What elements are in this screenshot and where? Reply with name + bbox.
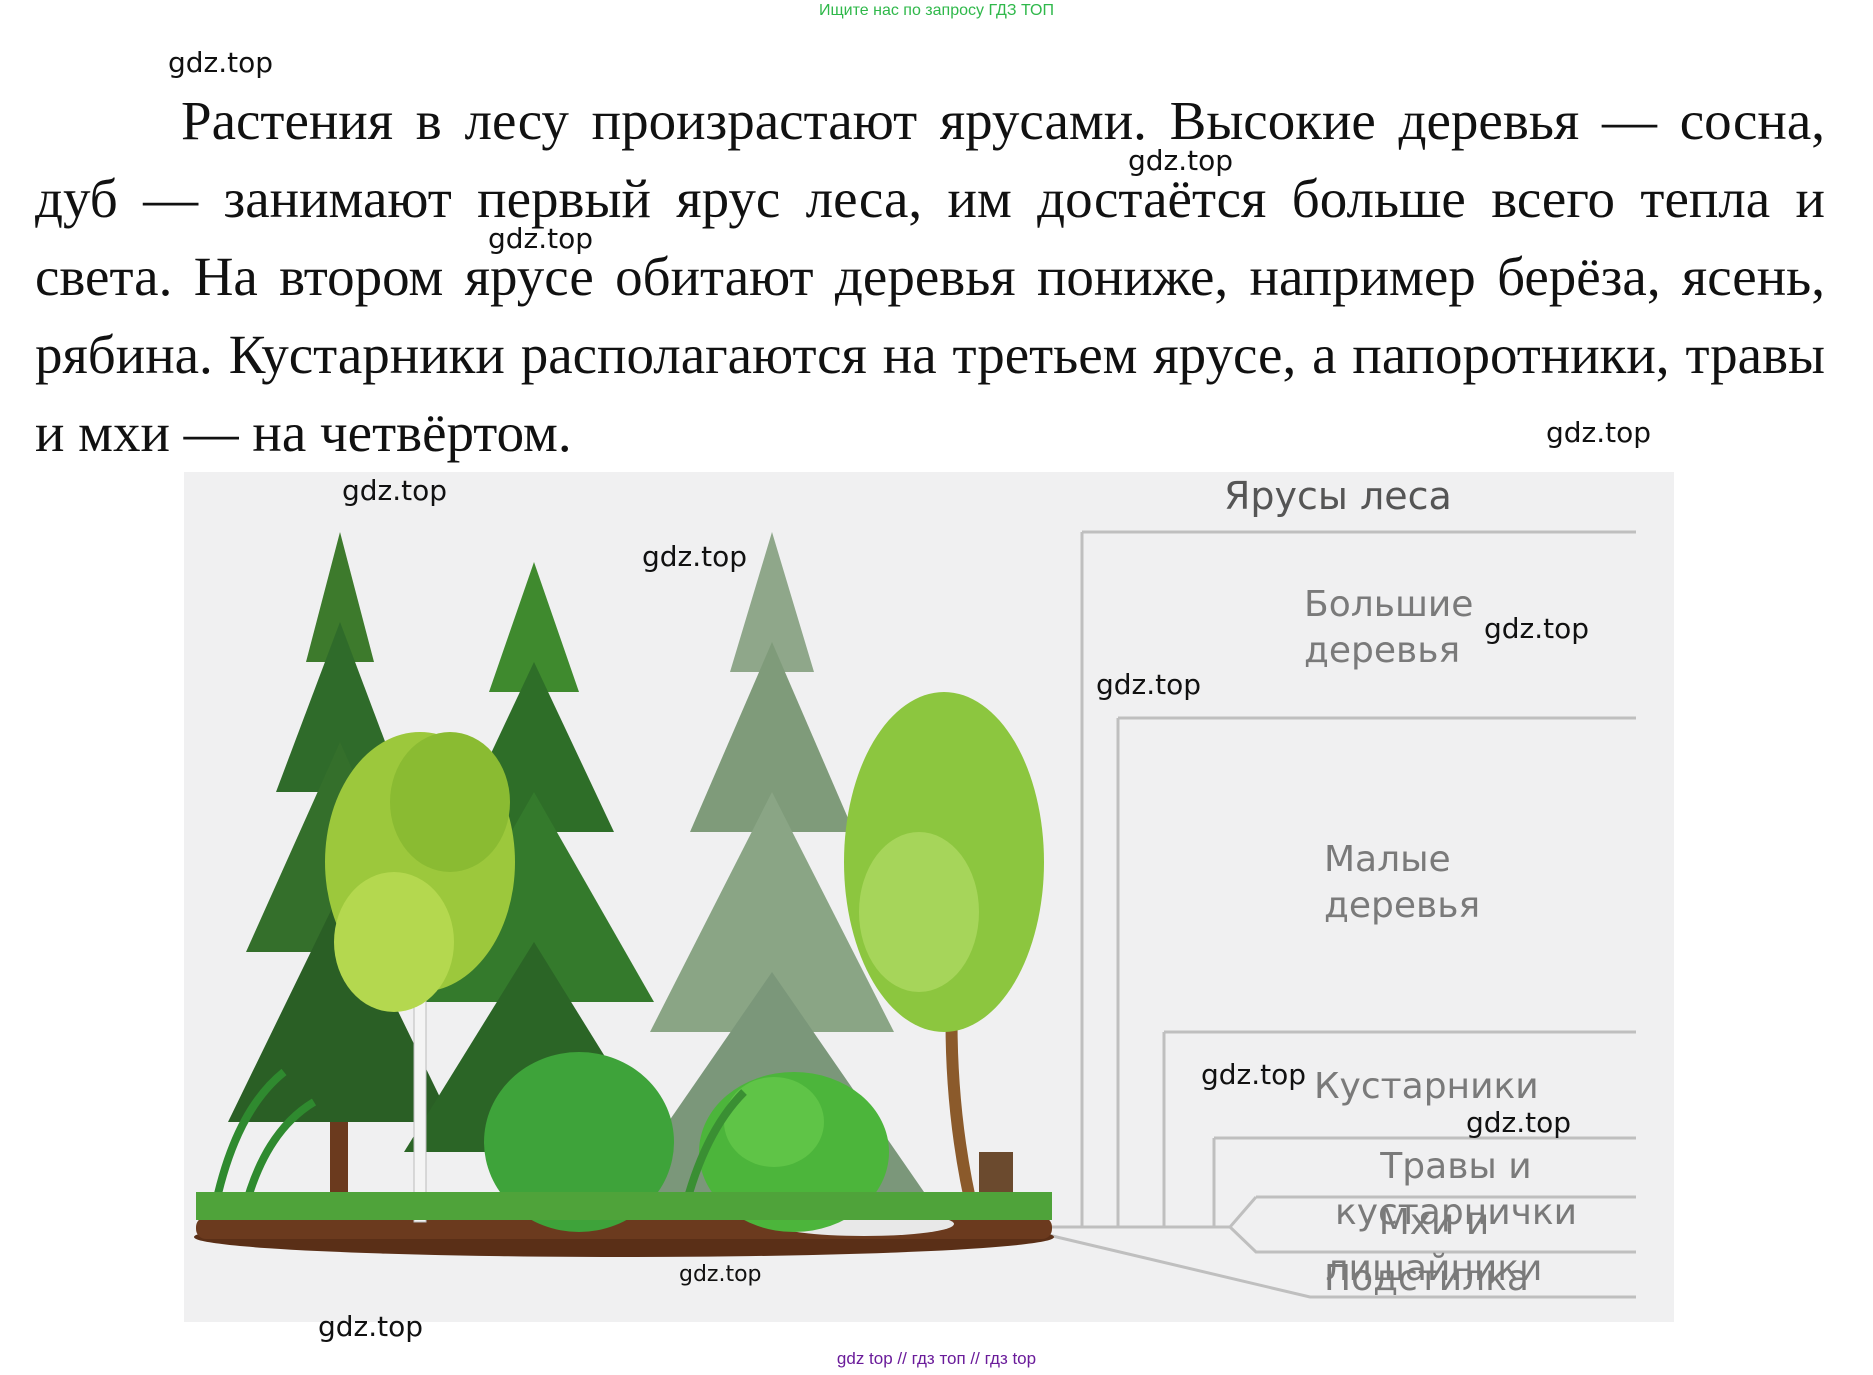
watermark: gdz.top [1096, 668, 1202, 701]
watermark: gdz.top [342, 474, 448, 507]
watermark: gdz.top [679, 1262, 762, 1287]
watermark: gdz.top [318, 1310, 424, 1343]
watermark: gdz.top [1201, 1058, 1307, 1091]
watermark: gdz.top [642, 540, 748, 573]
watermark: gdz.top [1484, 612, 1590, 645]
figure-title: Ярусы леса [1224, 474, 1452, 518]
tier-label-big-trees: Большие деревья [1304, 584, 1474, 671]
forest-tiers-paragraph: Растения в лесу произрастают ярусами. Вы… [35, 90, 1825, 463]
header-search-link[interactable]: Ищите нас по запросу ГДЗ ТОП [0, 2, 1873, 20]
watermark: gdz.top [1466, 1106, 1572, 1139]
footer-links[interactable]: gdz top // гдз топ // гдз top [0, 1349, 1873, 1369]
tier-label-litter: Подстилка [1324, 1258, 1529, 1299]
forest-tiers-figure: Ярусы леса Большие деревья Малые деревья… [184, 472, 1674, 1322]
watermark: gdz.top [168, 46, 274, 79]
tier-label-shrubs: Кустарники [1314, 1066, 1539, 1107]
tier-label-small-trees: Малые деревья [1324, 839, 1481, 926]
